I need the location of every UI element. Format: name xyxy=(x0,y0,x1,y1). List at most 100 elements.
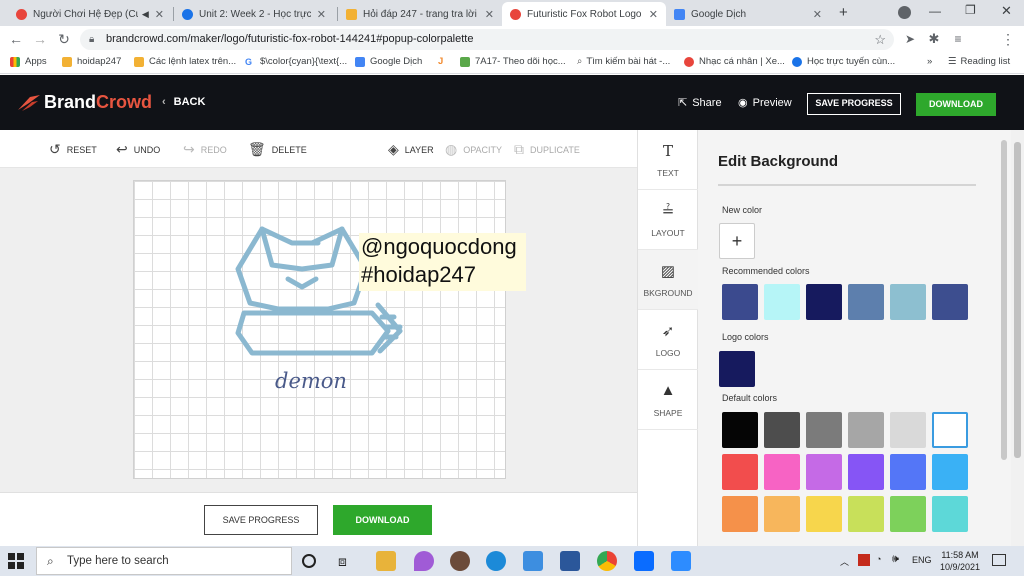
menu-dots-icon[interactable]: ⋮ xyxy=(998,29,1018,49)
language-indicator[interactable]: ENG xyxy=(912,555,932,565)
tool-background[interactable]: ▨ BKGROUND xyxy=(638,250,698,310)
edge-icon[interactable] xyxy=(486,551,506,571)
speaker-icon[interactable]: ◀ xyxy=(142,9,149,20)
bookmark-item[interactable]: J xyxy=(438,56,443,67)
v-app-icon[interactable] xyxy=(858,554,870,566)
undo-button[interactable]: ↩ UNDO xyxy=(116,141,160,158)
media-icon[interactable]: ≡ xyxy=(948,29,968,49)
close-window-icon[interactable]: ✕ xyxy=(1001,3,1012,19)
back-button[interactable]: ‹ BACK xyxy=(162,96,205,108)
save-progress-button[interactable]: SAVE PROGRESS xyxy=(807,93,901,115)
reload-icon[interactable]: ↻ xyxy=(54,29,74,49)
default-color-swatch[interactable] xyxy=(806,412,842,448)
browser-tab[interactable]: Người Chơi Hệ Đẹp (Cuc ◀ ✕ xyxy=(8,2,172,26)
color-swatch[interactable] xyxy=(848,284,884,320)
logo-text[interactable]: demon xyxy=(275,369,347,393)
default-color-swatch[interactable] xyxy=(932,496,968,532)
tool-layout[interactable]: ≟ LAYOUT xyxy=(638,190,698,250)
default-color-swatch[interactable] xyxy=(890,412,926,448)
opacity-button[interactable]: ◍ OPACITY xyxy=(445,141,502,158)
default-color-swatch[interactable] xyxy=(932,454,968,490)
tool-logo[interactable]: ➶ LOGO xyxy=(638,310,698,370)
close-tab-icon[interactable]: ✕ xyxy=(649,8,658,21)
default-color-swatch[interactable] xyxy=(932,412,968,448)
close-tab-icon[interactable]: ✕ xyxy=(155,8,164,21)
taskbar-search[interactable]: ⌕ Type here to search xyxy=(36,547,292,575)
restore-icon[interactable]: ❐ xyxy=(965,3,976,17)
brandcrowd-logo[interactable]: Brand Crowd xyxy=(16,92,152,113)
color-swatch[interactable] xyxy=(764,284,800,320)
volume-icon[interactable]: 🕪︎ xyxy=(892,553,899,566)
scrollbar-thumb[interactable] xyxy=(1014,142,1021,458)
bookmark-item[interactable]: hoidap247 xyxy=(62,56,121,67)
bookmark-apps[interactable]: Apps xyxy=(10,56,47,67)
bookmark-item[interactable]: Google Dịch xyxy=(355,56,422,67)
bookmark-item[interactable]: ⌕ Tìm kiếm bài hát -... xyxy=(577,56,670,67)
color-swatch[interactable] xyxy=(806,284,842,320)
bookmark-item[interactable]: Học trực tuyến cùn... xyxy=(792,56,895,67)
send-icon[interactable]: ➤ xyxy=(900,29,920,49)
close-tab-icon[interactable]: ✕ xyxy=(813,8,822,21)
page-scrollbar[interactable] xyxy=(1011,130,1024,546)
color-swatch[interactable] xyxy=(890,284,926,320)
file-explorer-icon[interactable] xyxy=(376,551,396,571)
default-color-swatch[interactable] xyxy=(722,412,758,448)
paint-icon[interactable] xyxy=(414,551,434,571)
bookmarks-overflow-icon[interactable]: » xyxy=(927,56,932,67)
default-color-swatch[interactable] xyxy=(722,454,758,490)
bookmark-star-icon[interactable]: ☆ xyxy=(874,29,886,50)
default-color-swatch[interactable] xyxy=(806,454,842,490)
close-tab-icon[interactable]: ✕ xyxy=(485,8,494,21)
logo-color-swatch[interactable] xyxy=(719,351,755,387)
forward-arrow-icon[interactable]: → xyxy=(30,29,50,49)
default-color-swatch[interactable] xyxy=(848,496,884,532)
add-color-button[interactable]: + xyxy=(719,223,755,259)
save-progress-button[interactable]: SAVE PROGRESS xyxy=(204,505,318,535)
address-bar[interactable]: 🔒︎ brandcrowd.com/maker/logo/futuristic-… xyxy=(80,29,894,50)
windows-start-icon[interactable] xyxy=(8,553,24,569)
color-swatch[interactable] xyxy=(932,284,968,320)
bookmark-item[interactable]: G $\color{cyan}{\text{... xyxy=(245,56,347,67)
chrome-icon[interactable] xyxy=(597,551,617,571)
color-swatch[interactable] xyxy=(722,284,758,320)
layer-button[interactable]: ◈ LAYER xyxy=(388,141,434,158)
panel-scrollbar[interactable] xyxy=(998,130,1011,546)
default-color-swatch[interactable] xyxy=(764,454,800,490)
zoom-icon[interactable] xyxy=(671,551,691,571)
default-color-swatch[interactable] xyxy=(890,496,926,532)
default-color-swatch[interactable] xyxy=(722,496,758,532)
tool-text[interactable]: T TEXT xyxy=(638,130,698,190)
preview-button[interactable]: ◉ Preview xyxy=(738,96,792,109)
bookmark-item[interactable]: Nhạc cá nhân | Xe... xyxy=(684,56,785,67)
media-player-icon[interactable] xyxy=(450,551,470,571)
reset-button[interactable]: ↺ RESET xyxy=(49,141,97,158)
task-view-icon[interactable]: ⧈ xyxy=(338,551,358,571)
bookmark-item[interactable]: Các lệnh latex trên... xyxy=(134,56,236,67)
default-color-swatch[interactable] xyxy=(764,496,800,532)
browser-tab-active[interactable]: Futuristic Fox Robot Logo | B ✕ xyxy=(502,2,666,26)
delete-button[interactable]: 🗑︎ DELETE xyxy=(248,141,307,158)
share-button[interactable]: ⇱ Share xyxy=(678,96,722,109)
back-arrow-icon[interactable]: ← xyxy=(6,29,26,49)
browser-tab[interactable]: Google Dịch ✕ xyxy=(666,2,830,26)
bookmark-item[interactable]: 7A17- Theo dõi học... xyxy=(460,56,566,67)
browser-tab[interactable]: Unit 2: Week 2 - Học trực tuy ✕ xyxy=(174,2,334,26)
default-color-swatch[interactable] xyxy=(848,412,884,448)
chevron-up-icon[interactable]: ︿ xyxy=(840,555,849,568)
default-color-swatch[interactable] xyxy=(890,454,926,490)
word-icon[interactable] xyxy=(560,551,580,571)
browser-tab[interactable]: Hỏi đáp 247 - trang tra lời ✕ xyxy=(338,2,502,26)
network-icon[interactable]: ◔ xyxy=(876,554,881,564)
default-color-swatch[interactable] xyxy=(764,412,800,448)
redo-button[interactable]: ↪ REDO xyxy=(183,141,227,158)
new-tab-icon[interactable]: + xyxy=(839,4,848,21)
logo-artboard[interactable]: @ngoquocdong #hoidap247 demon xyxy=(133,180,526,479)
download-button[interactable]: DOWNLOAD xyxy=(333,505,432,535)
cortana-icon[interactable] xyxy=(302,554,316,568)
extensions-icon[interactable]: ✱ xyxy=(924,29,944,49)
tab-search-icon[interactable] xyxy=(898,6,911,19)
zalo-icon[interactable] xyxy=(634,551,654,571)
photos-icon[interactable] xyxy=(523,551,543,571)
default-color-swatch[interactable] xyxy=(806,496,842,532)
duplicate-button[interactable]: ⧉ DUPLICATE xyxy=(514,141,580,158)
